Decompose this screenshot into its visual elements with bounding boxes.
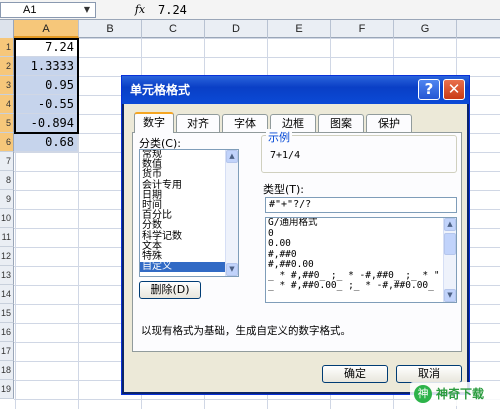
sample-title: 示例: [266, 129, 292, 145]
column-header-d[interactable]: D: [205, 20, 268, 38]
row-header[interactable]: 13: [0, 266, 14, 285]
sample-group: 示例 7+1/4: [261, 129, 457, 173]
formula-input[interactable]: 7.24: [158, 2, 498, 18]
formula-bar: A1 ▼ fx 7.24: [0, 0, 500, 20]
row-header[interactable]: 9: [0, 190, 14, 209]
list-item[interactable]: G/通用格式: [266, 218, 456, 229]
cancel-button[interactable]: 取消: [396, 365, 462, 383]
row-header[interactable]: 10: [0, 209, 14, 228]
watermark-text: 神奇下载: [436, 387, 485, 401]
type-input[interactable]: #"+"?/?: [265, 197, 457, 213]
type-label: 类型(T):: [263, 183, 305, 196]
format-cells-dialog: 单元格格式 ? ✕ 数字 对齐 字体 边框 图案 保护 分类(C): 常规 数值…: [121, 75, 470, 395]
tab-alignment[interactable]: 对齐: [176, 114, 220, 132]
insert-function-icon[interactable]: fx: [130, 2, 150, 18]
name-box-value: A1: [23, 4, 37, 16]
row-header[interactable]: 3: [0, 76, 14, 95]
row-header[interactable]: 1: [0, 38, 14, 57]
list-item[interactable]: 0.00: [266, 238, 456, 250]
scroll-down-icon[interactable]: ▼: [226, 263, 238, 276]
scroll-up-icon[interactable]: ▲: [444, 218, 456, 231]
ok-button[interactable]: 确定: [322, 365, 388, 383]
row-header[interactable]: 5: [0, 114, 14, 133]
row-header[interactable]: 12: [0, 247, 14, 266]
column-headers: A B C D E F G: [0, 20, 500, 38]
column-header-f[interactable]: F: [331, 20, 394, 38]
row-header[interactable]: 18: [0, 361, 14, 380]
row-header[interactable]: 11: [0, 228, 14, 247]
column-header-a[interactable]: A: [14, 20, 79, 38]
row-header[interactable]: 7: [0, 152, 14, 171]
category-scrollbar[interactable]: ▲ ▼: [225, 150, 238, 276]
dialog-title-bar[interactable]: 单元格格式: [122, 76, 469, 104]
delete-button[interactable]: 删除(D): [139, 281, 201, 299]
column-header-g[interactable]: G: [394, 20, 457, 38]
list-item[interactable]: #,##0.00: [266, 259, 456, 271]
format-listbox[interactable]: G/通用格式 0 0.00 #,##0 #,##0.00 _ * #,##0_ …: [265, 217, 457, 303]
row-header[interactable]: 8: [0, 171, 14, 190]
row-header[interactable]: 19: [0, 380, 14, 399]
column-header-e[interactable]: E: [268, 20, 331, 38]
chevron-down-icon[interactable]: ▼: [80, 3, 94, 17]
description-text: 以现有格式为基础，生成自定义的数字格式。: [141, 325, 351, 337]
row-header[interactable]: 15: [0, 304, 14, 323]
cell-a3[interactable]: 0.95: [14, 76, 78, 95]
cell-a1[interactable]: 7.24: [14, 38, 78, 57]
select-all-corner[interactable]: [0, 20, 14, 38]
list-item[interactable]: _ * #,##0.00_ ;_ * -#,##0.00_: [266, 280, 456, 292]
tab-patterns[interactable]: 图案: [318, 114, 364, 132]
close-button[interactable]: ✕: [443, 79, 465, 100]
list-item-selected[interactable]: 自定义: [140, 261, 238, 273]
tab-protection[interactable]: 保护: [366, 114, 412, 132]
dialog-title: 单元格格式: [130, 83, 191, 97]
sample-value: 7+1/4: [270, 150, 301, 161]
watermark: 神 神奇下载: [410, 382, 500, 406]
row-header[interactable]: 2: [0, 57, 14, 76]
row-header[interactable]: 4: [0, 95, 14, 114]
row-header[interactable]: 17: [0, 342, 14, 361]
column-header-b[interactable]: B: [79, 20, 142, 38]
cell-a5[interactable]: -0.894: [14, 114, 78, 133]
format-scrollbar[interactable]: ▲ ▼: [443, 218, 456, 302]
row-header[interactable]: 6: [0, 133, 14, 152]
scroll-thumb[interactable]: [444, 233, 456, 255]
list-item[interactable]: 分数: [140, 221, 238, 231]
scroll-up-icon[interactable]: ▲: [226, 150, 238, 163]
tab-number[interactable]: 数字: [134, 112, 174, 133]
column-header-c[interactable]: C: [142, 20, 205, 38]
cell-a6[interactable]: 0.68: [14, 133, 78, 152]
row-header[interactable]: 16: [0, 323, 14, 342]
list-item[interactable]: 0: [266, 228, 456, 240]
number-tab-panel: 分类(C): 常规 数值 货币 会计专用 日期 时间 百分比 分数 科学记数 文…: [132, 129, 462, 352]
category-listbox[interactable]: 常规 数值 货币 会计专用 日期 时间 百分比 分数 科学记数 文本 特殊 自定…: [139, 149, 239, 277]
help-button[interactable]: ?: [418, 79, 440, 100]
cell-a4[interactable]: -0.55: [14, 95, 78, 114]
tab-font[interactable]: 字体: [222, 114, 268, 132]
cell-a2[interactable]: 1.3333: [14, 57, 78, 76]
watermark-logo-icon: 神: [414, 385, 432, 403]
scroll-down-icon[interactable]: ▼: [444, 289, 456, 302]
row-header[interactable]: 14: [0, 285, 14, 304]
